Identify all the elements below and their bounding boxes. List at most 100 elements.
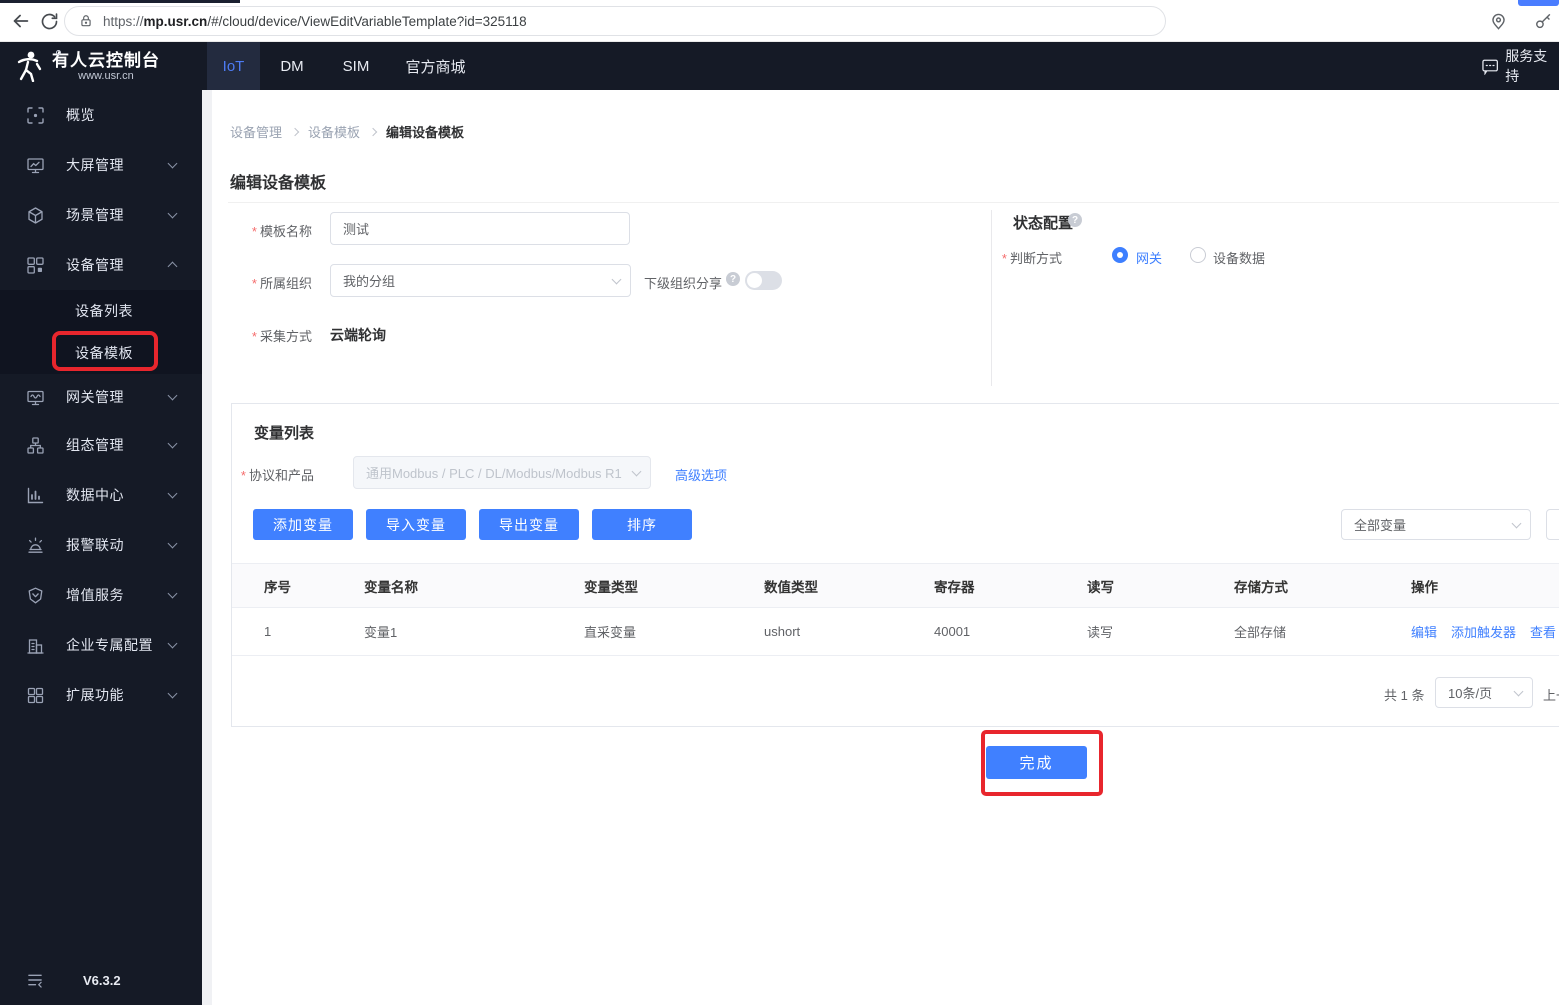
sidebar-item-label: 设备管理 xyxy=(66,257,124,273)
share-toggle[interactable] xyxy=(745,271,782,290)
radio-gateway-label[interactable]: 网关 xyxy=(1136,248,1162,267)
scene-icon xyxy=(28,206,43,224)
breadcrumb-item[interactable]: 设备模板 xyxy=(308,122,360,141)
sidebar-item-label: 增值服务 xyxy=(66,587,124,603)
sidebar-item-scene-mgmt[interactable]: 场景管理 xyxy=(0,190,202,240)
vertical-divider xyxy=(991,210,992,386)
breadcrumb-item[interactable]: 设备管理 xyxy=(230,122,282,141)
tab-sim[interactable]: SIM xyxy=(334,42,378,90)
template-name-label: 模板名称 xyxy=(228,221,312,240)
help-icon[interactable] xyxy=(1068,213,1082,227)
page-size-select[interactable]: 10条/页 xyxy=(1435,677,1533,708)
view-link[interactable]: 查看 xyxy=(1530,622,1556,641)
chevron-down-icon xyxy=(167,158,178,169)
sidebar-item-label: 网关管理 xyxy=(66,389,124,405)
export-variable-button[interactable]: 导出变量 xyxy=(479,509,579,540)
screen-icon xyxy=(27,157,44,173)
tab-dm[interactable]: DM xyxy=(272,42,312,90)
cell-name: 变量1 xyxy=(364,625,398,640)
sidebar-item-label: 大屏管理 xyxy=(66,157,124,173)
import-variable-button[interactable]: 导入变量 xyxy=(366,509,466,540)
registered-mark xyxy=(56,50,61,55)
sidebar-item-device-mgmt[interactable]: 设备管理 xyxy=(0,240,202,290)
sidebar-item-data-center[interactable]: 数据中心 xyxy=(0,470,202,520)
sidebar-item-enterprise-config[interactable]: 企业专属配置 xyxy=(0,620,202,670)
search-input-partial[interactable] xyxy=(1546,509,1559,540)
sidebar-item-label: 概览 xyxy=(66,107,95,123)
collapse-sidebar-icon[interactable] xyxy=(27,972,43,988)
help-icon[interactable] xyxy=(726,272,740,286)
sidebar-item-label: 扩展功能 xyxy=(66,687,124,703)
organization-value: 我的分组 xyxy=(343,274,396,289)
table-header-row: 序号 变量名称 变量类型 数值类型 寄存器 读写 存储方式 操作 xyxy=(232,563,1559,608)
service-support[interactable]: 服务支持 xyxy=(1482,42,1559,90)
sort-button[interactable]: 排序 xyxy=(592,509,692,540)
sidebar-submenu: 设备列表 设备模板 xyxy=(0,290,202,374)
sidebar: 概览 大屏管理 场景管理 设备管理 设备列表 设备模板 网关管理 组态管理 数据… xyxy=(0,90,202,1005)
tab-mall[interactable]: 官方商城 xyxy=(398,42,473,90)
sidebar-item-device-list[interactable]: 设备列表 xyxy=(0,290,202,332)
template-name-input[interactable] xyxy=(330,212,630,245)
chevron-down-icon xyxy=(167,390,178,401)
chat-icon xyxy=(1482,59,1498,75)
scrollbar-gutter[interactable] xyxy=(202,90,212,1005)
service-support-label: 服务支持 xyxy=(1505,48,1548,84)
chevron-down-icon xyxy=(167,438,178,449)
add-trigger-link[interactable]: 添加触发器 xyxy=(1451,622,1516,641)
page-title: 编辑设备模板 xyxy=(230,175,327,192)
url-text: https://mp.usr.cn/#/cloud/device/ViewEdi… xyxy=(103,13,527,29)
variable-list-title: 变量列表 xyxy=(254,425,315,442)
variable-filter-select[interactable]: 全部变量 xyxy=(1341,509,1531,540)
device-icon xyxy=(27,256,44,274)
chevron-down-icon xyxy=(631,466,642,476)
organization-label: 所属组织 xyxy=(228,273,312,292)
sidebar-item-extensions[interactable]: 扩展功能 xyxy=(0,670,202,720)
sidebar-item-value-services[interactable]: 增值服务 xyxy=(0,570,202,620)
advanced-options-link[interactable]: 高级选项 xyxy=(675,465,727,484)
cell-rw: 读写 xyxy=(1087,625,1114,640)
judge-method-label: 判断方式 xyxy=(990,248,1062,267)
value-service-icon xyxy=(28,587,43,603)
sidebar-item-device-template[interactable]: 设备模板 xyxy=(0,332,202,374)
col-header: 数值类型 xyxy=(764,579,818,595)
prev-page-button[interactable]: 上一页 xyxy=(1543,685,1559,704)
radio-device-data[interactable] xyxy=(1190,247,1206,263)
tab-iot[interactable]: IoT xyxy=(207,42,260,90)
finish-button[interactable]: 完成 xyxy=(986,746,1087,779)
radio-device-data-label[interactable]: 设备数据 xyxy=(1213,248,1265,267)
radio-gateway[interactable] xyxy=(1112,247,1128,263)
chevron-down-icon xyxy=(167,488,178,499)
chevron-down-icon xyxy=(167,538,178,549)
location-pin-icon[interactable] xyxy=(1485,8,1511,34)
back-icon[interactable] xyxy=(8,8,34,34)
add-variable-button[interactable]: 添加变量 xyxy=(253,509,353,540)
collect-method-label: 采集方式 xyxy=(228,326,312,345)
sidebar-item-topology-mgmt[interactable]: 组态管理 xyxy=(0,420,202,470)
protocol-select: 通用Modbus / PLC / DL/Modbus/Modbus R1 xyxy=(353,456,651,489)
sidebar-item-screen-mgmt[interactable]: 大屏管理 xyxy=(0,140,202,190)
cell-storage: 全部存储 xyxy=(1234,625,1287,640)
logo[interactable]: 有人云控制台 www.usr.cn xyxy=(14,42,160,90)
sidebar-item-overview[interactable]: 概览 xyxy=(0,90,202,140)
edit-link[interactable]: 编辑 xyxy=(1411,622,1437,641)
key-icon[interactable] xyxy=(1530,8,1556,34)
logo-subtitle: www.usr.cn xyxy=(78,69,134,82)
app-header: 有人云控制台 www.usr.cn IoT DM SIM 官方商城 服务支持 xyxy=(0,42,1559,90)
breadcrumb-separator-icon xyxy=(290,127,300,136)
refresh-icon[interactable] xyxy=(36,8,62,34)
chevron-down-icon xyxy=(167,208,178,219)
chevron-down-icon xyxy=(167,688,178,699)
breadcrumb: 设备管理 设备模板 编辑设备模板 xyxy=(230,122,464,141)
enterprise-icon xyxy=(27,638,44,654)
address-bar[interactable]: https://mp.usr.cn/#/cloud/device/ViewEdi… xyxy=(64,6,1166,36)
sidebar-item-alarm-linkage[interactable]: 报警联动 xyxy=(0,520,202,570)
col-header: 寄存器 xyxy=(934,579,975,595)
cell-index: 1 xyxy=(264,624,272,639)
breadcrumb-current: 编辑设备模板 xyxy=(386,125,465,140)
cell-type: 直采变量 xyxy=(584,625,637,640)
pagination: 共 1 条 10条/页 上一页 xyxy=(232,677,1559,708)
total-count: 共 1 条 xyxy=(1384,688,1425,703)
chevron-down-icon xyxy=(1511,518,1522,528)
organization-select[interactable]: 我的分组 xyxy=(330,264,631,297)
sidebar-item-gateway-mgmt[interactable]: 网关管理 xyxy=(0,374,202,420)
